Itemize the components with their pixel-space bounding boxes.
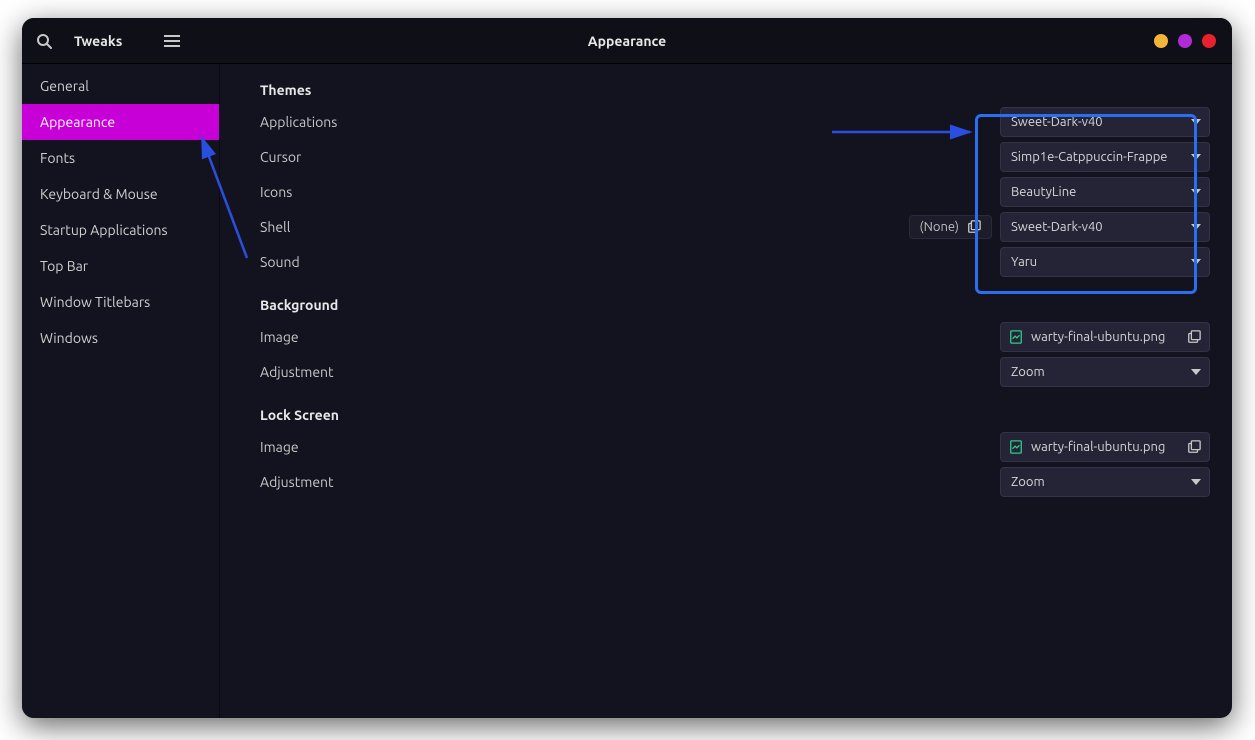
- shell-theme-select[interactable]: Sweet-Dark-v40: [1000, 212, 1210, 242]
- page-title: Appearance: [22, 33, 1232, 49]
- row-label: Sound: [260, 254, 300, 270]
- chevron-down-icon: [1191, 224, 1201, 230]
- chevron-down-icon: [1191, 369, 1201, 375]
- sidebar-item-label: Startup Applications: [40, 222, 168, 238]
- background-image-button[interactable]: warty-final-ubuntu.png: [1000, 322, 1210, 352]
- row-ls-image: Image warty-final-ubuntu.png: [260, 429, 1232, 464]
- lockscreen-image-button[interactable]: warty-final-ubuntu.png: [1000, 432, 1210, 462]
- shell-file-button[interactable]: (None): [909, 215, 992, 239]
- row-label: Adjustment: [260, 474, 334, 490]
- sidebar-item-label: Windows: [40, 330, 98, 346]
- row-bg-image: Image warty-final-ubuntu.png: [260, 319, 1232, 354]
- row-label: Image: [260, 329, 299, 345]
- row-applications: Applications Sweet-Dark-v40: [260, 104, 1232, 139]
- sidebar-item-label: Fonts: [40, 150, 75, 166]
- headerbar: Tweaks Appearance: [22, 18, 1232, 64]
- icons-theme-select[interactable]: BeautyLine: [1000, 177, 1210, 207]
- row-label: Adjustment: [260, 364, 334, 380]
- row-label: Cursor: [260, 149, 301, 165]
- sidebar-item-general[interactable]: General: [22, 68, 219, 104]
- applications-theme-select[interactable]: Sweet-Dark-v40: [1000, 107, 1210, 137]
- file-open-icon: [967, 220, 981, 234]
- sound-theme-select[interactable]: Yaru: [1000, 247, 1210, 277]
- row-label: Image: [260, 439, 299, 455]
- file-open-icon: [1187, 330, 1201, 344]
- body: General Appearance Fonts Keyboard & Mous…: [22, 64, 1232, 718]
- chevron-down-icon: [1191, 189, 1201, 195]
- sidebar-item-label: Keyboard & Mouse: [40, 186, 158, 202]
- sidebar-item-appearance[interactable]: Appearance: [22, 104, 219, 140]
- sidebar-item-label: Window Titlebars: [40, 294, 150, 310]
- close-button[interactable]: [1202, 34, 1216, 48]
- select-value: Sweet-Dark-v40: [1011, 115, 1191, 129]
- select-value: Simp1e-Catppuccin-Frappe: [1011, 150, 1191, 164]
- chevron-down-icon: [1191, 259, 1201, 265]
- image-file-icon: [1009, 440, 1023, 454]
- select-value: Zoom: [1011, 365, 1191, 379]
- shell-file-value: (None): [920, 220, 959, 234]
- sidebar-item-top-bar[interactable]: Top Bar: [22, 248, 219, 284]
- chevron-down-icon: [1191, 119, 1201, 125]
- minimize-button[interactable]: [1154, 34, 1168, 48]
- maximize-button[interactable]: [1178, 34, 1192, 48]
- file-open-icon: [1187, 440, 1201, 454]
- row-shell: Shell (None) Sweet-Dark-v40: [260, 209, 1232, 244]
- search-icon: [36, 33, 52, 49]
- sidebar-item-windows[interactable]: Windows: [22, 320, 219, 356]
- background-adjustment-select[interactable]: Zoom: [1000, 357, 1210, 387]
- window-controls: [1154, 34, 1232, 48]
- row-icons: Icons BeautyLine: [260, 174, 1232, 209]
- header-left: Tweaks: [22, 18, 194, 64]
- hamburger-icon: [164, 35, 180, 47]
- sidebar-item-startup-applications[interactable]: Startup Applications: [22, 212, 219, 248]
- sidebar-item-keyboard-mouse[interactable]: Keyboard & Mouse: [22, 176, 219, 212]
- chevron-down-icon: [1191, 154, 1201, 160]
- sidebar-item-window-titlebars[interactable]: Window Titlebars: [22, 284, 219, 320]
- row-label: Icons: [260, 184, 292, 200]
- file-name: warty-final-ubuntu.png: [1031, 440, 1179, 454]
- sidebar-item-label: General: [40, 78, 89, 94]
- row-label: Applications: [260, 114, 337, 130]
- row-label: Shell: [260, 219, 290, 235]
- sidebar: General Appearance Fonts Keyboard & Mous…: [22, 64, 220, 718]
- row-ls-adjustment: Adjustment Zoom: [260, 464, 1232, 499]
- section-title-background: Background: [260, 297, 1232, 313]
- sidebar-item-label: Appearance: [40, 114, 115, 130]
- tweaks-window: Tweaks Appearance General Appearance Fon…: [22, 18, 1232, 718]
- row-bg-adjustment: Adjustment Zoom: [260, 354, 1232, 389]
- content: Themes Applications Sweet-Dark-v40 Curso…: [220, 64, 1232, 718]
- sidebar-item-label: Top Bar: [40, 258, 88, 274]
- app-title: Tweaks: [66, 33, 150, 49]
- file-name: warty-final-ubuntu.png: [1031, 330, 1179, 344]
- select-value: BeautyLine: [1011, 185, 1191, 199]
- section-title-themes: Themes: [260, 82, 1232, 98]
- select-value: Yaru: [1011, 255, 1191, 269]
- sidebar-item-fonts[interactable]: Fonts: [22, 140, 219, 176]
- image-file-icon: [1009, 330, 1023, 344]
- row-cursor: Cursor Simp1e-Catppuccin-Frappe: [260, 139, 1232, 174]
- row-sound: Sound Yaru: [260, 244, 1232, 279]
- lockscreen-adjustment-select[interactable]: Zoom: [1000, 467, 1210, 497]
- cursor-theme-select[interactable]: Simp1e-Catppuccin-Frappe: [1000, 142, 1210, 172]
- menu-button[interactable]: [150, 18, 194, 64]
- search-button[interactable]: [22, 18, 66, 64]
- select-value: Sweet-Dark-v40: [1011, 220, 1191, 234]
- section-title-lockscreen: Lock Screen: [260, 407, 1232, 423]
- chevron-down-icon: [1191, 479, 1201, 485]
- select-value: Zoom: [1011, 475, 1191, 489]
